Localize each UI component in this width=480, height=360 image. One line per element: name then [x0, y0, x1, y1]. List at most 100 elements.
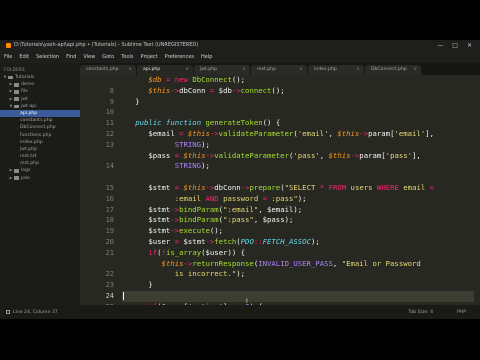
tab-size-selector[interactable]: Tab Size: 4: [408, 310, 433, 315]
code-token: 'email': [394, 128, 426, 138]
sidebar-file[interactable]: constants.php: [0, 117, 80, 124]
code-line[interactable]: [122, 107, 480, 118]
code-token: if: [148, 247, 158, 257]
tab-dbconnect-php[interactable]: DbConnect.php ×: [365, 65, 421, 75]
code-token: $db: [122, 75, 162, 84]
code-token: $this: [161, 258, 184, 268]
maximize-button[interactable]: □: [452, 40, 458, 51]
tab-rest-php[interactable]: rest.php ×: [251, 65, 307, 75]
sidebar-folder[interactable]: ▶ pdo: [0, 175, 80, 182]
sidebar-file[interactable]: api.php: [0, 109, 80, 118]
close-icon[interactable]: ×: [356, 65, 360, 75]
tab-index-php[interactable]: index.php ×: [308, 65, 364, 75]
close-icon[interactable]: ×: [413, 65, 417, 75]
code-line[interactable]: STRING);: [122, 161, 480, 172]
sidebar-folder[interactable]: ▶ logs: [0, 167, 80, 174]
code-line[interactable]: public function generateToken() {: [122, 118, 480, 129]
code-line[interactable]: $user = $stmt->fetch(PDO::FETCH_ASSOC);: [122, 237, 480, 248]
folder-icon: [14, 104, 19, 109]
menu-preferences[interactable]: Preferences: [165, 54, 194, 60]
sidebar-file[interactable]: rest.txt: [0, 153, 80, 160]
code-line[interactable]: $this->dbConn = $db->connect();: [122, 86, 480, 97]
code-token: }: [122, 96, 140, 106]
code-token: 'pass': [385, 150, 413, 160]
sidebar-file[interactable]: DbConnect.php: [0, 124, 80, 131]
folder-icon: [14, 90, 19, 94]
code-token: =: [161, 75, 175, 84]
code-line[interactable]: $db = new DbConnect();: [122, 75, 480, 86]
sidebar-file[interactable]: functions.php: [0, 132, 80, 139]
code-line[interactable]: }: [122, 280, 480, 291]
code-line[interactable]: $this->returnResponse(INVALID_USER_PASS,…: [122, 259, 480, 270]
syntax-selector[interactable]: PHP: [457, 310, 466, 315]
close-icon[interactable]: ×: [242, 65, 246, 75]
code-line[interactable]: }: [122, 97, 480, 108]
tab-api-php[interactable]: api.php ×: [137, 65, 193, 75]
line-number: 10: [105, 108, 114, 117]
code-token: ->: [170, 204, 180, 214]
tab-label: constants.php: [86, 67, 119, 72]
panel-toggle-icon[interactable]: [6, 310, 10, 314]
close-icon[interactable]: ×: [185, 65, 189, 75]
code-token: STRING: [174, 161, 202, 171]
sidebar-folder[interactable]: ▶ demo: [0, 81, 80, 88]
sidebar-file[interactable]: index.php: [0, 139, 80, 146]
code-line[interactable]: $stmt = $this->dbConn->prepare("SELECT *…: [122, 183, 480, 194]
close-icon[interactable]: ×: [128, 65, 132, 75]
menu-bar: File Edit Selection Find View Goto Tools Projec…: [0, 51, 480, 63]
code-token: ,: [332, 258, 342, 268]
code-token: ,: [328, 128, 338, 138]
code-line[interactable]: is incorrect.");: [122, 269, 480, 280]
menu-tools[interactable]: Tools: [121, 54, 133, 60]
menu-find[interactable]: Find: [66, 54, 76, 60]
tree-item-label: logs: [21, 168, 31, 174]
menu-file[interactable]: File: [4, 54, 12, 60]
code-token: );: [201, 161, 210, 171]
code-line[interactable]: [122, 172, 480, 183]
line-number: 9: [109, 97, 114, 106]
code-line[interactable]: $email = $this->validateParameter('email…: [122, 129, 480, 140]
line-number: 23: [105, 281, 114, 290]
menu-selection[interactable]: Selection: [36, 54, 59, 60]
menu-goto[interactable]: Goto: [102, 54, 114, 60]
code-token: $this: [337, 128, 360, 138]
minimap[interactable]: [474, 75, 480, 305]
sidebar-folder[interactable]: ▼ Tutorials: [0, 74, 80, 81]
code-line[interactable]: [122, 290, 480, 302]
close-window-button[interactable]: ✕: [467, 40, 472, 51]
sidebar-folder[interactable]: ▶ file: [0, 88, 80, 95]
sidebar-file[interactable]: jwt.php: [0, 146, 80, 153]
code-line[interactable]: $pass = $this->validateParameter('pass',…: [122, 151, 480, 162]
code-token: =: [170, 150, 184, 160]
sidebar-folder[interactable]: ▼ jwt-api: [0, 103, 80, 110]
tab-jwt-php[interactable]: jwt.php ×: [194, 65, 250, 75]
tree-item-label: jwt.php: [20, 146, 38, 152]
menu-view[interactable]: View: [83, 54, 95, 60]
tree-item-label: functions.php: [20, 132, 52, 138]
close-icon[interactable]: ×: [299, 65, 303, 75]
code-token: );: [201, 139, 210, 149]
code-token: email: [398, 182, 430, 192]
tree-item-label: constants.php: [20, 118, 53, 124]
code-editor[interactable]: 891011121314151617181920212223242526 $db…: [80, 75, 480, 305]
code-line[interactable]: :email AND password = :pass");: [122, 194, 480, 205]
code-line[interactable]: STRING);: [122, 140, 480, 151]
sidebar-file[interactable]: rest.php: [0, 160, 80, 167]
minimize-button[interactable]: —: [437, 40, 443, 51]
code-line[interactable]: $stmt->bindParam(":email", $email);: [122, 205, 480, 216]
tree-item-label: rest.txt: [20, 154, 37, 160]
folder-icon: [8, 75, 13, 80]
menu-project[interactable]: Project: [141, 54, 158, 60]
code-line[interactable]: $stmt->execute();: [122, 226, 480, 237]
code-area[interactable]: $db = new DbConnect(); $this->dbConn = $…: [122, 75, 480, 305]
menu-help[interactable]: Help: [201, 54, 212, 60]
code-token: );: [297, 193, 307, 203]
code-line[interactable]: $stmt->bindParam(":pass", $pass);: [122, 215, 480, 226]
menu-edit[interactable]: Edit: [19, 54, 29, 60]
code-line[interactable]: if(!is_array($user)) {: [122, 248, 480, 259]
tab-constants-php[interactable]: constants.php ×: [80, 65, 136, 75]
tab-label: index.php: [314, 67, 337, 72]
sidebar-folder[interactable]: ▶ jwt: [0, 96, 80, 103]
code-token: function: [165, 118, 202, 128]
code-token: $db: [218, 85, 232, 95]
